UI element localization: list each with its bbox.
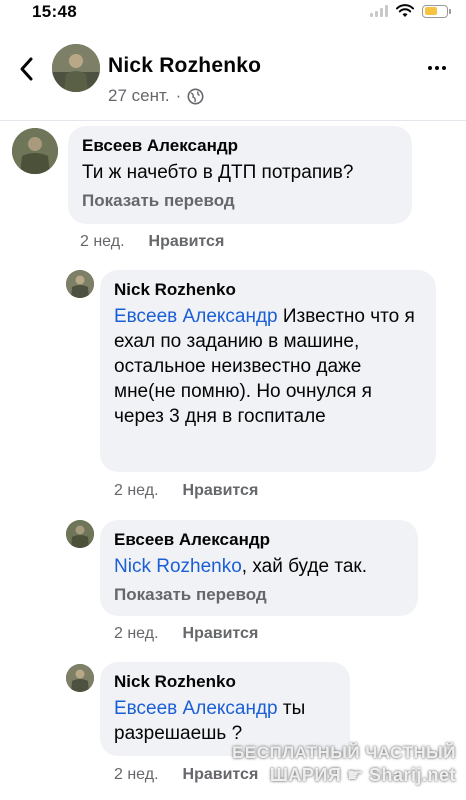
avatar[interactable] (66, 664, 94, 692)
comment-text: Ти ж начебто в ДТП потрапив? (82, 162, 354, 183)
post-date[interactable]: 27 сент. (108, 86, 170, 106)
comment-actions: 2 нед. Нравится (80, 233, 224, 251)
watermark-line1: БЕСПЛАТНЫЙ ЧАСТНЫЙ (232, 743, 456, 762)
status-bar: 15:48 (0, 0, 466, 26)
signal-icon (370, 5, 388, 17)
comment-author[interactable]: Nick Rozhenko (114, 672, 336, 692)
avatar-photo (52, 44, 100, 92)
comment-text: Евсеев Александр ты разрешаешь ? (114, 696, 336, 746)
like-link[interactable]: Нравится (149, 233, 225, 251)
like-link[interactable]: Нравится (183, 482, 259, 500)
post-header: Nick Rozhenko 27 сент. · (0, 34, 466, 121)
comment-author[interactable]: Евсеев Александр (82, 136, 398, 156)
status-icons (370, 4, 451, 18)
post-meta: 27 сент. · (108, 86, 204, 106)
status-time: 15:48 (32, 2, 77, 21)
back-button[interactable] (14, 54, 40, 84)
comment-bubble: Евсеев Александр Nick Rozhenko, хай буде… (100, 520, 418, 616)
comment-time[interactable]: 2 нед. (114, 625, 159, 643)
mention-link[interactable]: Евсеев Александр (114, 698, 278, 719)
meta-separator: · (175, 86, 182, 105)
watermark-site: Sharij.net (368, 765, 456, 785)
like-link[interactable]: Нравится (183, 625, 259, 643)
page-title[interactable]: Nick Rozhenko (108, 54, 261, 78)
comment-bubble: Nick Rozhenko Евсеев Александр Известно … (100, 270, 436, 472)
avatar[interactable] (66, 520, 94, 548)
comment-author[interactable]: Nick Rozhenko (114, 280, 422, 300)
avatar[interactable] (66, 270, 94, 298)
chevron-left-icon (20, 57, 33, 81)
avatar[interactable] (12, 128, 58, 174)
battery-icon (422, 4, 451, 18)
watermark: БЕСПЛАТНЫЙ ЧАСТНЫЙ ШАРИЯ ☛ Sharij.net (232, 742, 456, 786)
comment-actions: 2 нед. Нравится (114, 482, 258, 500)
avatar[interactable] (52, 44, 100, 92)
watermark-text: ШАРИЯ (269, 765, 342, 785)
show-translation-link[interactable]: Показать перевод (82, 191, 398, 211)
wifi-icon (396, 4, 414, 17)
comment-bubble: Евсеев Александр Ти ж начебто в ДТП потр… (68, 126, 412, 224)
comment-actions: 2 нед. Нравится (114, 625, 258, 643)
comment-text: Nick Rozhenko, хай буде так. (114, 554, 404, 579)
more-options-button[interactable] (428, 66, 446, 70)
comment-text: Евсеев Александр Известно что я ехал по … (114, 304, 422, 429)
mention-link[interactable]: Евсеев Александр (114, 306, 278, 327)
pointing-hand-icon: ☛ (346, 765, 364, 785)
globe-icon (187, 88, 204, 104)
watermark-line2: ШАРИЯ ☛ Sharij.net (232, 764, 456, 786)
comment-time[interactable]: 2 нед. (80, 233, 125, 251)
mention-link[interactable]: Nick Rozhenko (114, 556, 242, 577)
comment-time[interactable]: 2 нед. (114, 482, 159, 500)
comment-author[interactable]: Евсеев Александр (114, 530, 404, 550)
show-translation-link[interactable]: Показать перевод (114, 585, 404, 605)
comment-body: , хай буде так. (241, 556, 367, 577)
comment-time[interactable]: 2 нед. (114, 766, 159, 784)
